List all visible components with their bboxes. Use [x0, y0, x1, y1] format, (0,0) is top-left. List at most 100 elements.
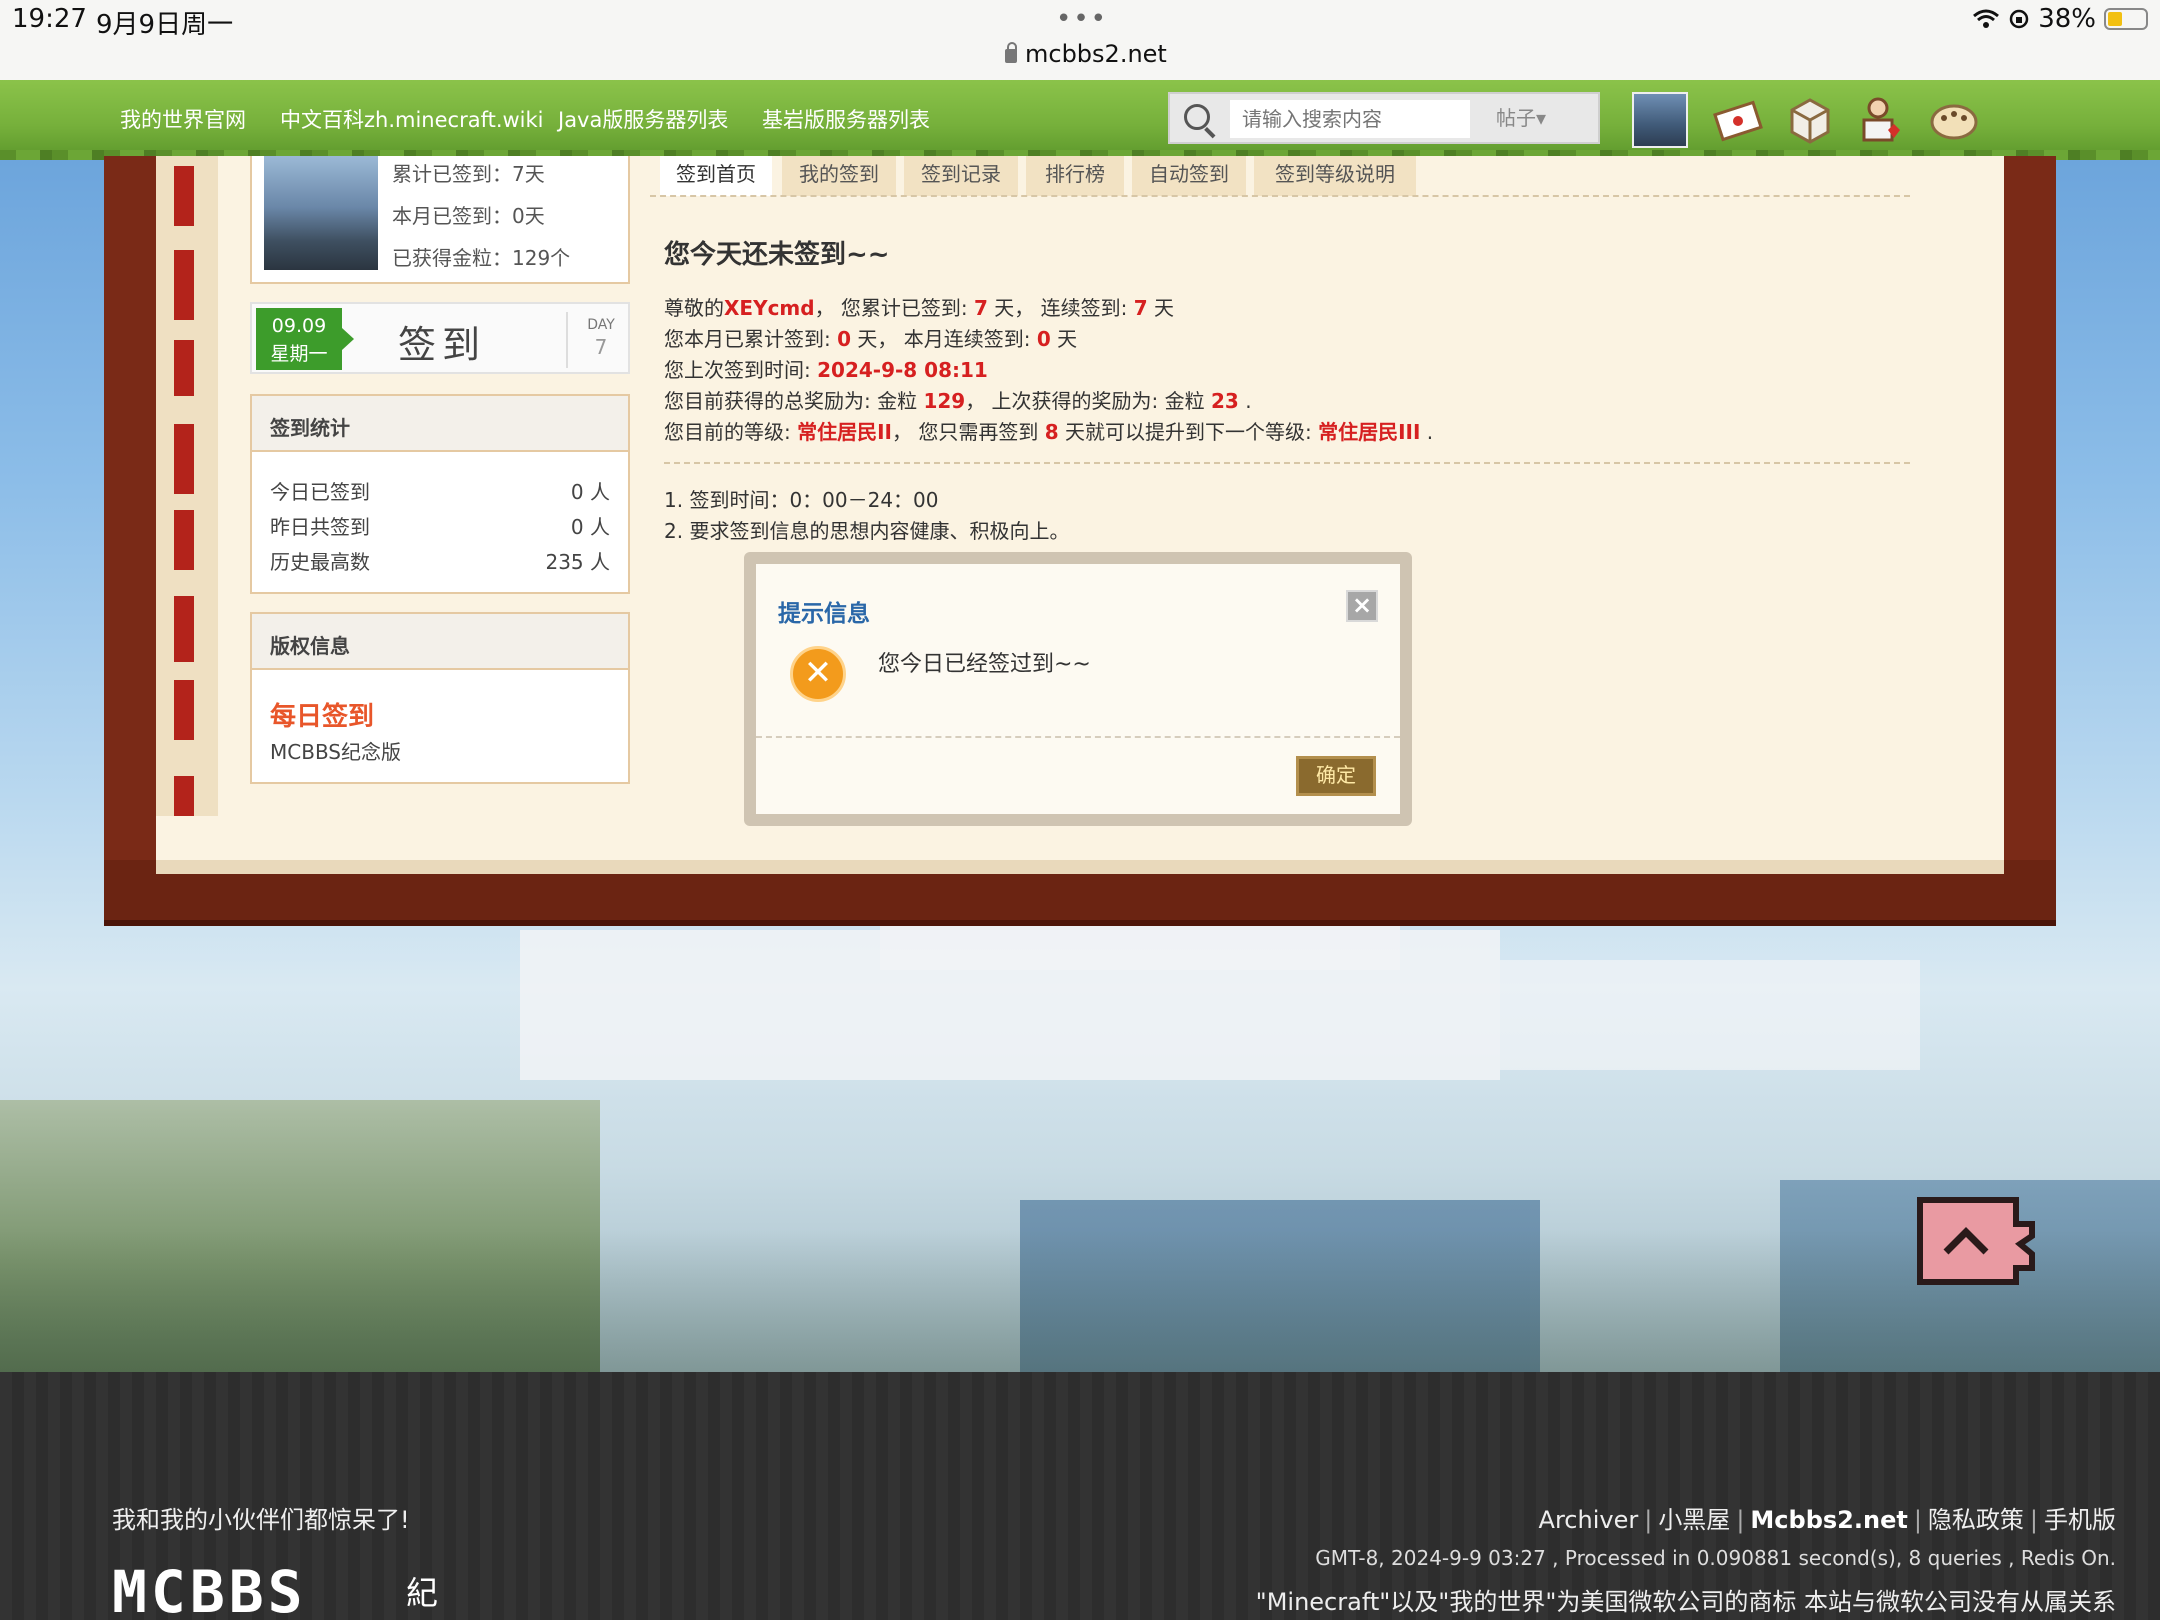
- footer-legal: "Minecraft"以及"我的世界"为美国微软公司的商标 本站与微软公司没有从…: [1255, 1588, 2116, 1616]
- search-type-select[interactable]: 帖子▾: [1496, 102, 1546, 131]
- sign-status-heading: 您今天还未签到~~: [664, 240, 890, 270]
- stat-row-yesterday: 昨日共签到 0 人: [270, 511, 610, 540]
- sign-date: 09.09: [271, 315, 327, 337]
- status-right: 38%: [1972, 4, 2148, 34]
- footer-link-archiver[interactable]: Archiver: [1539, 1506, 1639, 1534]
- dialog-title: 提示信息: [778, 601, 870, 627]
- tab-sign-records[interactable]: 签到记录: [904, 156, 1018, 196]
- nav-link-wiki[interactable]: 中文百科zh.minecraft.wiki: [280, 104, 544, 134]
- info-text: 您上次签到时间:: [664, 358, 818, 382]
- tab-sign-home[interactable]: 签到首页: [660, 156, 772, 196]
- stat-label: 历史最高数: [270, 550, 370, 574]
- copyright-title: 版权信息: [252, 614, 628, 670]
- footer: 我和我的小伙伴们都惊呆了! MCBBS 紀 Archiver | 小黑屋 | Mcbbs…: [0, 1372, 2160, 1620]
- info-text: ， 您累计已签到:: [814, 296, 975, 320]
- message-icon[interactable]: [1712, 94, 1764, 146]
- sign-date-badge: 09.09 星期一: [256, 308, 354, 370]
- ribbon-decoration: [174, 340, 194, 396]
- status-time: 19:27: [12, 4, 87, 34]
- stat-value: 0 人: [570, 480, 610, 504]
- footer-link-mobile[interactable]: 手机版: [2044, 1506, 2116, 1534]
- next-level: 常住居民III: [1318, 420, 1421, 444]
- info-text: 您本月已累计签到:: [664, 327, 838, 351]
- ribbon-decoration: [174, 250, 194, 320]
- alert-dialog: 提示信息 × ✕ 您今日已经签过到~~ 确定: [744, 552, 1412, 826]
- sign-in-button[interactable]: 09.09 星期一 签到 DAY 7: [250, 302, 630, 374]
- info-text: ， 上次获得的奖励为: 金粒: [965, 389, 1212, 413]
- close-icon[interactable]: ×: [1346, 590, 1378, 622]
- month-days: 0: [837, 327, 852, 351]
- info-line-month: 您本月已累计签到: 0 天， 本月连续签到: 0 天: [664, 323, 1077, 352]
- stat-label: 昨日共签到: [270, 515, 370, 539]
- user-avatar[interactable]: [1632, 92, 1688, 148]
- stats-title: 签到统计: [252, 396, 628, 452]
- plugin-name[interactable]: 每日签到: [270, 696, 374, 733]
- footer-slogan: 我和我的小伙伴们都惊呆了!: [112, 1506, 410, 1534]
- sign-day-number: 7: [594, 335, 608, 359]
- info-text: 您目前获得的总奖励为: 金粒: [664, 389, 924, 413]
- profile-avatar[interactable]: [264, 156, 378, 270]
- plugin-edition: MCBBS纪念版: [270, 740, 402, 764]
- address-bar[interactable]: mcbbs2.net: [1005, 40, 1167, 68]
- info-text: 天: [1050, 327, 1078, 351]
- info-text: 您目前的等级:: [664, 420, 798, 444]
- profile-card: 累计已签到：7天 本月已签到：0天 已获得金粒：129个: [250, 156, 630, 284]
- info-text: 天就可以提升到下一个等级:: [1058, 420, 1319, 444]
- days-to-next-level: 8: [1044, 420, 1059, 444]
- info-line-summary: 尊敬的XEYcmd， 您累计已签到: 7 天， 连续签到: 7 天: [664, 292, 1174, 321]
- footer-link-blackroom[interactable]: 小黑屋: [1658, 1506, 1730, 1534]
- username[interactable]: XEYcmd: [724, 296, 815, 320]
- alert-dialog-body: 提示信息 × ✕ 您今日已经签过到~~ 确定: [756, 564, 1400, 814]
- last-reward: 23: [1211, 389, 1239, 413]
- ribbon-decoration: [174, 166, 194, 226]
- footer-logo: MCBBS: [112, 1558, 307, 1620]
- ribbon-decoration: [174, 596, 194, 662]
- stat-row-record: 历史最高数 235 人: [270, 546, 610, 575]
- month-streak: 0: [1036, 327, 1051, 351]
- status-date: 9月9日周一: [96, 10, 234, 40]
- tab-leaderboard[interactable]: 排行榜: [1026, 156, 1124, 196]
- nav-link-java-servers[interactable]: Java版服务器列表: [558, 104, 728, 134]
- search-icon[interactable]: [1184, 104, 1210, 130]
- notification-box-icon[interactable]: [1784, 94, 1836, 146]
- tab-level-info[interactable]: 签到等级说明: [1254, 156, 1416, 196]
- dialog-divider: [756, 736, 1400, 738]
- tab-auto-sign[interactable]: 自动签到: [1132, 156, 1246, 196]
- ok-button[interactable]: 确定: [1296, 756, 1376, 796]
- palette-icon[interactable]: [1928, 94, 1980, 146]
- battery-percent: 38%: [2038, 4, 2096, 34]
- sign-day-label: DAY: [587, 317, 615, 333]
- tab-my-sign[interactable]: 我的签到: [782, 156, 896, 196]
- sign-weekday: 星期一: [270, 343, 328, 365]
- profile-total-signed: 累计已签到：7天: [392, 162, 545, 186]
- content-divider: [664, 462, 1910, 464]
- more-dots-icon[interactable]: •••: [1056, 4, 1108, 34]
- streak-days: 7: [1133, 296, 1148, 320]
- top-nav: 我的世界官网 中文百科zh.minecraft.wiki Java版服务器列表 …: [0, 80, 2160, 156]
- rule-item: 2. 要求签到信息的思想内容健康、积极向上。: [664, 519, 1070, 543]
- user-settings-icon[interactable]: [1856, 94, 1908, 146]
- footer-divider: |: [2029, 1506, 2038, 1534]
- background-cloud: [1500, 960, 1920, 1070]
- total-days: 7: [974, 296, 988, 320]
- ribbon-decoration: [174, 776, 194, 816]
- status-bar: 19:27 9月9日周一 ••• mcbbs2.net 38%: [0, 0, 2160, 80]
- nav-link-bedrock-servers[interactable]: 基岩版服务器列表: [762, 104, 930, 134]
- ribbon-decoration: [174, 424, 194, 494]
- footer-divider: |: [1913, 1506, 1922, 1534]
- search-box: 帖子▾: [1168, 92, 1600, 144]
- back-to-top-icon[interactable]: [1916, 1196, 2036, 1286]
- search-input[interactable]: [1230, 100, 1470, 138]
- nav-link-official[interactable]: 我的世界官网: [120, 104, 246, 134]
- profile-gold: 已获得金粒：129个: [392, 246, 571, 270]
- footer-link-privacy[interactable]: 隐私政策: [1928, 1506, 2024, 1534]
- current-level: 常住居民II: [797, 420, 892, 444]
- footer-link-site[interactable]: Mcbbs2.net: [1750, 1506, 1907, 1534]
- sign-stats-panel: 签到统计 今日已签到 0 人 昨日共签到 0 人 历史最高数 235 人: [250, 394, 630, 594]
- lock-icon: [1005, 42, 1017, 63]
- stat-value: 235 人: [545, 550, 610, 574]
- stat-row-today: 今日已签到 0 人: [270, 476, 610, 505]
- stat-value: 0 人: [570, 515, 610, 539]
- rule-item: 1. 签到时间：0：00－24：00: [664, 488, 939, 512]
- info-text: 尊敬的: [664, 296, 724, 320]
